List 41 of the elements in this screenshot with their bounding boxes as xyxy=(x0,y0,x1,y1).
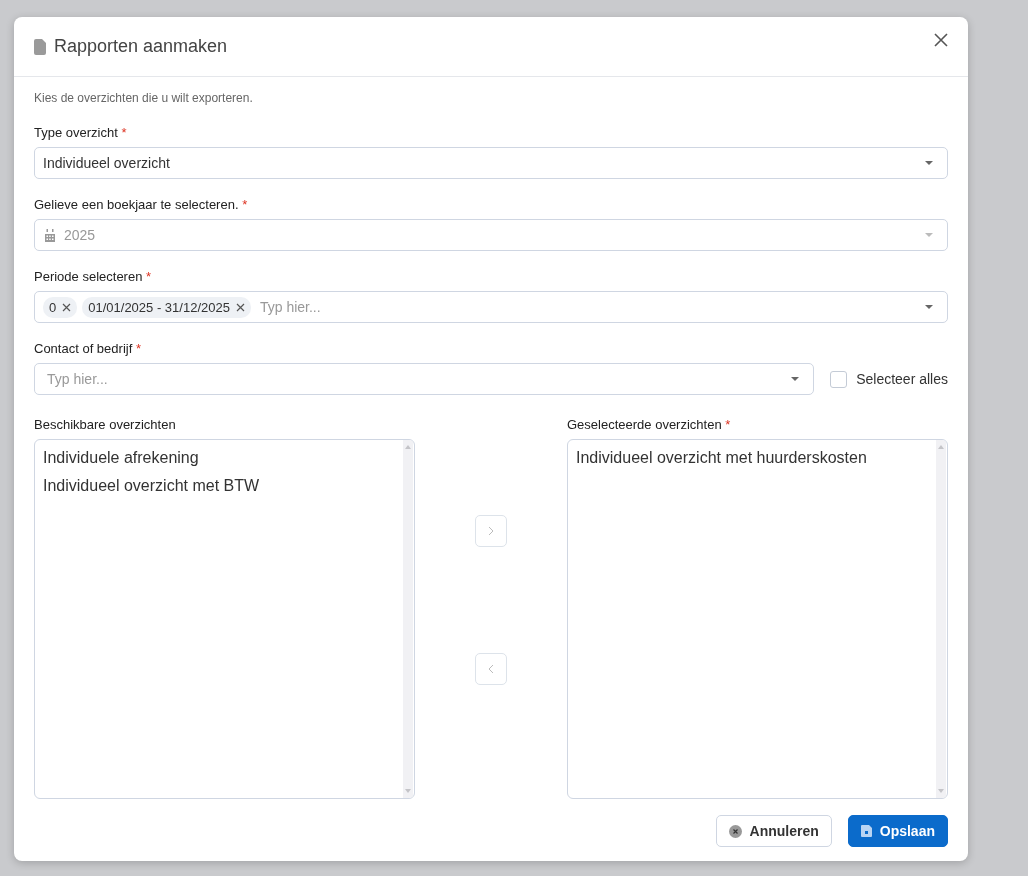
tag-select-field[interactable]: 0 01/01/2025 - 31/12/2025 Typ hier... xyxy=(34,291,948,323)
close-icon xyxy=(934,32,948,47)
remove-icon[interactable] xyxy=(235,302,245,312)
tag-chip[interactable]: 01/01/2025 - 31/12/2025 xyxy=(82,296,251,318)
list-label: Geselecteerde overzichten * xyxy=(567,417,732,432)
checkbox-label[interactable]: Selecteer alles xyxy=(856,371,948,387)
list-box[interactable]: Individueel overzicht met huurderskosten xyxy=(567,439,948,799)
chevron-left-icon xyxy=(488,664,494,674)
move-left-button[interactable] xyxy=(475,653,507,685)
remove-icon[interactable] xyxy=(62,302,72,312)
save-button[interactable]: Opslaan xyxy=(847,815,948,847)
caret-icon xyxy=(925,161,933,165)
field-label: Type overzicht * xyxy=(34,125,128,140)
list-label: Beschikbare overzichten xyxy=(34,417,177,432)
scrollbar[interactable] xyxy=(936,440,946,798)
caret-icon xyxy=(791,377,800,381)
dialog-title: Rapporten aanmaken xyxy=(54,36,228,57)
list-item[interactable]: Individueel overzicht met BTW xyxy=(43,472,395,500)
intro-text: Kies de overzichten die u wilt exporteren. xyxy=(34,91,254,105)
scrollbar[interactable] xyxy=(403,440,413,798)
field-label: Periode selecteren * xyxy=(34,269,153,284)
search-select-field[interactable]: Typ hier... xyxy=(34,363,815,395)
cancel-button[interactable]: Annuleren xyxy=(715,815,832,847)
cancel-icon xyxy=(728,824,742,838)
close-button[interactable] xyxy=(932,30,950,49)
field-label: Contact of bedrijf * xyxy=(34,341,142,356)
list-box[interactable]: Individuele afrekening Individueel overzicht met BTW xyxy=(34,439,415,799)
caret-icon xyxy=(925,305,933,309)
caret-icon xyxy=(925,233,933,237)
chevron-right-icon xyxy=(488,526,494,536)
tag-input[interactable]: Typ hier... xyxy=(255,299,920,315)
list-item[interactable]: Individuele afrekening xyxy=(43,444,395,472)
list-item[interactable]: Individueel overzicht met huurderskosten xyxy=(576,444,928,472)
document-icon xyxy=(34,38,46,55)
contact-input[interactable]: Typ hier... xyxy=(43,371,787,387)
checkbox[interactable] xyxy=(830,370,848,388)
select-field[interactable]: Individueel overzicht xyxy=(34,147,948,179)
field-label: Gelieve een boekjaar te selecteren. * xyxy=(34,197,249,212)
move-right-button[interactable] xyxy=(475,515,507,547)
calendar-icon xyxy=(44,228,56,242)
tag-chip[interactable]: 0 xyxy=(43,296,78,318)
